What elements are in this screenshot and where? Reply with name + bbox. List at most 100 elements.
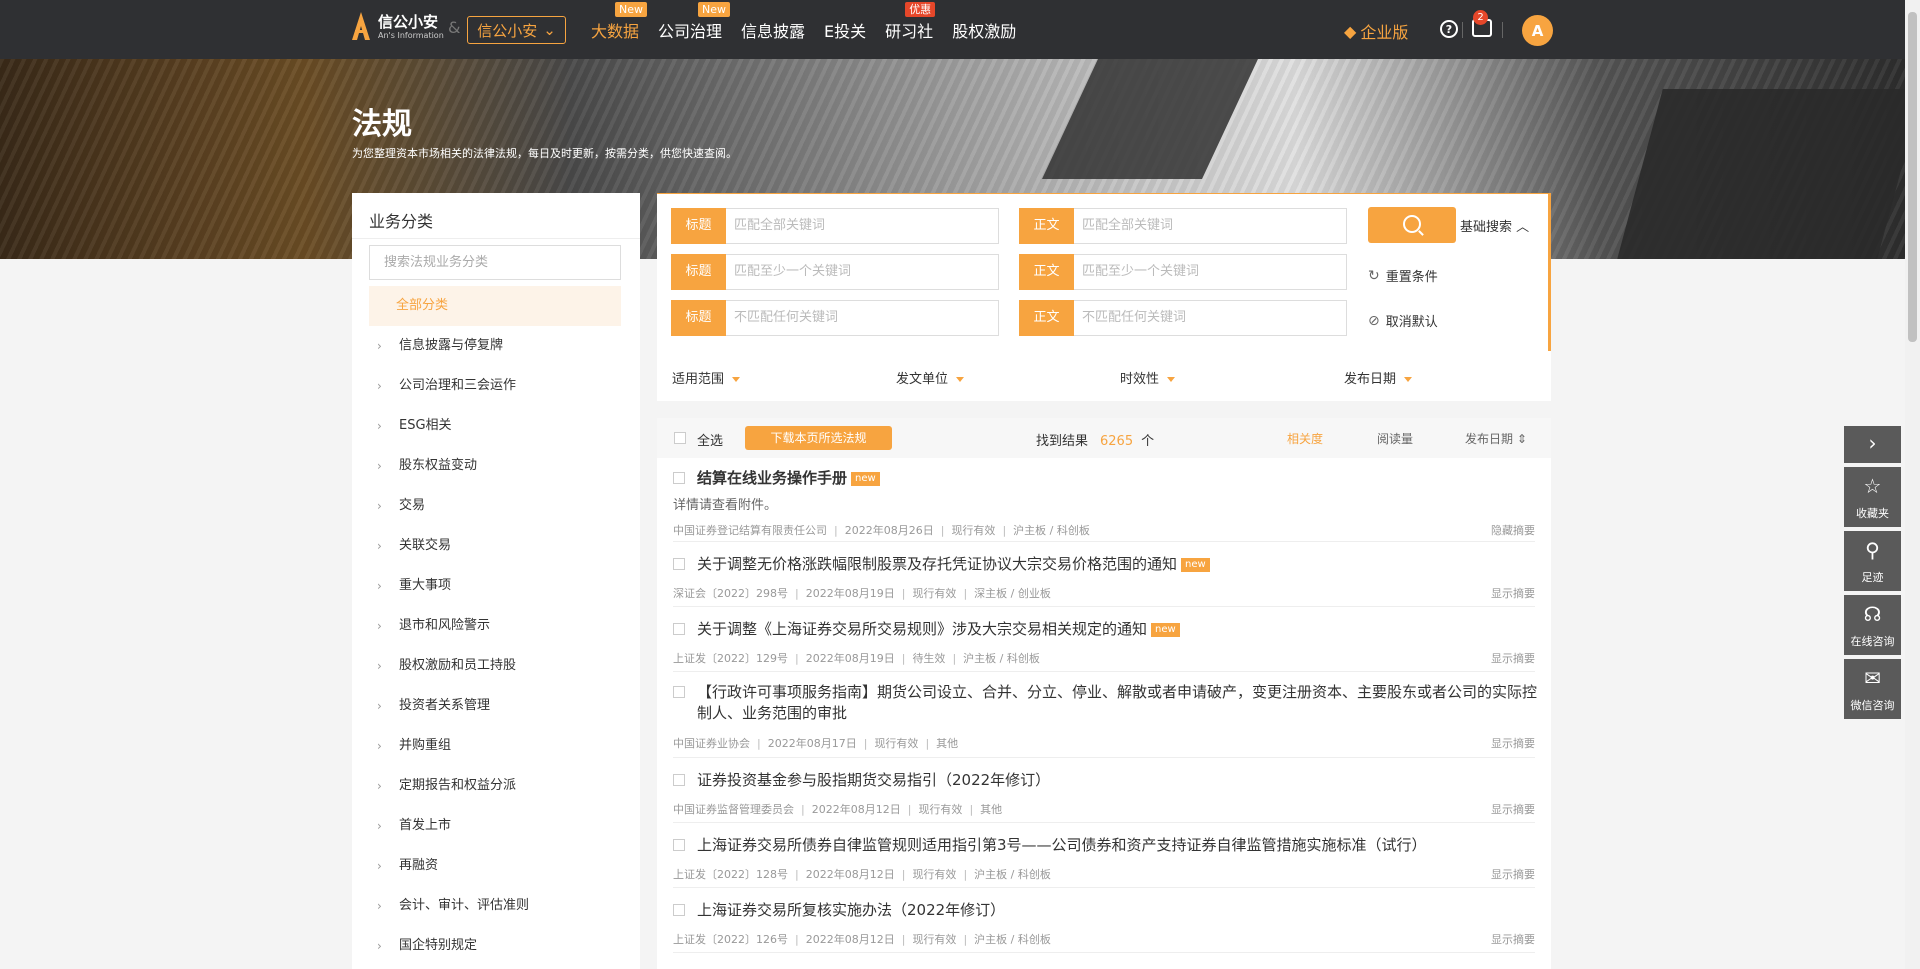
chevron-right-icon: › xyxy=(377,539,382,553)
field-tag-title[interactable]: 标题 xyxy=(671,300,726,336)
summary-toggle[interactable]: 显示摘要 xyxy=(1491,866,1535,882)
wechat-consult-button[interactable]: ✉ 微信咨询 xyxy=(1844,659,1901,719)
brand-logo[interactable]: 信公小安 An's Information xyxy=(350,12,444,42)
result-item: 上海证券交易所复核实施办法（2022年修订） 上证发〔2022〕126号 | 2022… xyxy=(673,888,1535,953)
product-select[interactable]: 信公小安 ⌄ xyxy=(467,16,566,44)
summary-toggle[interactable]: 显示摘要 xyxy=(1491,931,1535,947)
result-title[interactable]: 关于调整无价格涨跌幅限制股票及存托凭证协议大宗交易价格范围的通知 new xyxy=(697,554,1210,575)
result-checkbox[interactable] xyxy=(673,686,685,698)
result-checkbox[interactable] xyxy=(673,904,685,916)
sidebar-item[interactable]: › 公司治理和三会运作 xyxy=(377,366,529,406)
result-checkbox[interactable] xyxy=(673,558,685,570)
field-tag-body[interactable]: 正文 xyxy=(1019,254,1074,290)
field-tag-title[interactable]: 标题 xyxy=(671,254,726,290)
select-all-checkbox[interactable] xyxy=(674,432,686,444)
enterprise-link[interactable]: ◆ 企业版 xyxy=(1344,19,1408,43)
chevron-right-icon: › xyxy=(377,379,382,393)
summary-toggle[interactable]: 显示摘要 xyxy=(1491,801,1535,817)
sidebar-item[interactable]: › 信息披露与停复牌 xyxy=(377,326,529,366)
body-exclude-keywords-input[interactable]: 不匹配任何关键词 xyxy=(1074,300,1347,336)
nav-link-disclosure[interactable]: 信息披露 xyxy=(741,18,805,42)
sidebar-item[interactable]: › 股权激励和员工持股 xyxy=(377,646,529,686)
search-button[interactable] xyxy=(1368,207,1456,243)
sidebar-item-label: 会计、审计、评估准则 xyxy=(399,898,530,913)
result-checkbox[interactable] xyxy=(673,839,685,851)
basic-search-toggle[interactable]: 基础搜索 ︿ xyxy=(1460,216,1529,235)
sidebar-item[interactable]: › 会计、审计、评估准则 xyxy=(377,886,529,926)
sidebar-item-all[interactable]: 全部分类 xyxy=(369,286,621,326)
filter-scope[interactable]: 适用范围 xyxy=(672,368,741,387)
filter-publish-date[interactable]: 发布日期 xyxy=(1344,368,1413,387)
select-all-label[interactable]: 全选 xyxy=(697,430,723,449)
nav-link-academy[interactable]: 研习社 优惠 xyxy=(885,2,936,42)
title-all-keywords-input[interactable]: 匹配全部关键词 xyxy=(726,208,999,244)
sort-relevance[interactable]: 相关度 xyxy=(1287,430,1323,447)
summary-toggle[interactable]: 显示摘要 xyxy=(1491,735,1535,751)
nav-link-equity-incentive[interactable]: 股权激励 xyxy=(952,18,1016,42)
result-title[interactable]: 结算在线业务操作手册 new xyxy=(697,468,880,489)
chevron-right-icon: › xyxy=(377,779,382,793)
field-tag-body[interactable]: 正文 xyxy=(1019,208,1074,244)
history-button[interactable]: ⚲ 足迹 xyxy=(1844,531,1901,591)
title-exclude-keywords-input[interactable]: 不匹配任何关键词 xyxy=(726,300,999,336)
sidebar-item[interactable]: › 投资者关系管理 xyxy=(377,686,529,726)
field-tag-body[interactable]: 正文 xyxy=(1019,300,1074,336)
chevron-right-icon: › xyxy=(377,819,382,833)
result-title[interactable]: 上海证券交易所复核实施办法（2022年修订） xyxy=(697,900,1005,921)
collapse-button[interactable]: › xyxy=(1844,426,1901,463)
category-search-input[interactable]: 搜索法规业务分类 xyxy=(369,245,621,280)
sidebar-item[interactable]: › 关联交易 xyxy=(377,526,529,566)
new-badge: New xyxy=(615,2,648,17)
summary-toggle[interactable]: 显示摘要 xyxy=(1491,585,1535,601)
wechat-icon: ✉ xyxy=(1864,666,1881,690)
chevron-right-icon: › xyxy=(377,459,382,473)
result-item: 【行政许可事项服务指南】期货公司设立、合并、分立、停业、解散或者申请破产，变更注… xyxy=(673,672,1537,758)
star-icon: ☆ xyxy=(1863,474,1882,498)
sidebar-item[interactable]: › 重大事项 xyxy=(377,566,529,606)
sidebar-item[interactable]: › 股东权益变动 xyxy=(377,446,529,486)
discount-badge: 优惠 xyxy=(905,2,936,17)
user-avatar[interactable]: A xyxy=(1522,15,1553,46)
scrollbar-thumb[interactable] xyxy=(1908,12,1917,342)
caret-down-icon xyxy=(732,377,741,382)
result-title[interactable]: 关于调整《上海证券交易所交易规则》涉及大宗交易相关规定的通知 new xyxy=(697,619,1180,640)
sort-reads[interactable]: 阅读量 xyxy=(1377,430,1413,447)
nav-link-bigdata[interactable]: 大数据 New xyxy=(591,2,648,42)
result-checkbox[interactable] xyxy=(673,472,685,484)
help-icon[interactable]: ? xyxy=(1440,20,1458,38)
sidebar-item[interactable]: › ESG相关 xyxy=(377,406,529,446)
sort-publish-date[interactable]: 发布日期 ⇕ xyxy=(1465,430,1527,447)
filter-issuer[interactable]: 发文单位 xyxy=(896,368,965,387)
reset-conditions-button[interactable]: ↻ 重置条件 xyxy=(1368,266,1438,286)
sidebar-item[interactable]: › 退市和风险警示 xyxy=(377,606,529,646)
result-checkbox[interactable] xyxy=(673,774,685,786)
result-title[interactable]: 证券投资基金参与股指期货交易指引（2022年修订） xyxy=(697,770,1050,791)
sidebar-item-label: 首发上市 xyxy=(399,818,452,833)
summary-toggle[interactable]: 隐藏摘要 xyxy=(1491,522,1535,538)
sidebar-item[interactable]: › 再融资 xyxy=(377,846,529,886)
favorites-button[interactable]: ☆ 收藏夹 xyxy=(1844,467,1901,527)
summary-toggle[interactable]: 显示摘要 xyxy=(1491,650,1535,666)
new-badge: New xyxy=(698,2,731,17)
nav-link-governance[interactable]: 公司治理 New xyxy=(658,2,731,42)
advanced-search-panel: 标题 匹配全部关键词 正文 匹配全部关键词 标题 匹配至少一个关键词 正文 匹配… xyxy=(657,193,1551,351)
sidebar-item[interactable]: › 首发上市 xyxy=(377,806,529,846)
download-selected-button[interactable]: 下载本页所选法规 xyxy=(745,426,892,450)
body-all-keywords-input[interactable]: 匹配全部关键词 xyxy=(1074,208,1347,244)
online-consult-button[interactable]: ☊ 在线咨询 xyxy=(1844,595,1901,655)
title-any-keyword-input[interactable]: 匹配至少一个关键词 xyxy=(726,254,999,290)
sidebar-item[interactable]: › 定期报告和权益分派 xyxy=(377,766,529,806)
result-title[interactable]: 上海证券交易所债券自律监管规则适用指引第3号——公司债券和资产支持证券自律监管措… xyxy=(697,835,1427,856)
float-label: 微信咨询 xyxy=(1850,699,1895,712)
cancel-default-button[interactable]: ⊘ 取消默认 xyxy=(1368,311,1438,331)
nav-link-eir[interactable]: E投关 xyxy=(824,18,866,42)
body-any-keyword-input[interactable]: 匹配至少一个关键词 xyxy=(1074,254,1347,290)
sidebar-item[interactable]: › 并购重组 xyxy=(377,726,529,766)
field-tag-title[interactable]: 标题 xyxy=(671,208,726,244)
sidebar-item[interactable]: › 国企特别规定 xyxy=(377,926,529,966)
filter-validity[interactable]: 时效性 xyxy=(1120,368,1176,387)
result-checkbox[interactable] xyxy=(673,623,685,635)
search-row: 标题 匹配全部关键词 xyxy=(671,208,999,244)
sidebar-item[interactable]: › 交易 xyxy=(377,486,529,526)
result-title[interactable]: 【行政许可事项服务指南】期货公司设立、合并、分立、停业、解散或者申请破产，变更注… xyxy=(697,682,1537,724)
